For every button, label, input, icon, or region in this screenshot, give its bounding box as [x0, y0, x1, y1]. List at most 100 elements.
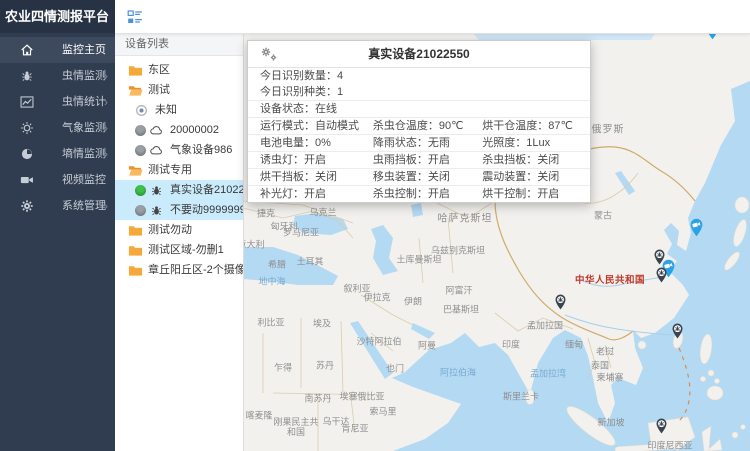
sidebar-menu: 监控主页虫情监测›虫情统计›气象监测›墒情监测›视频监控系统管理› [0, 37, 115, 219]
popup-field: 电池电量：0% [248, 135, 361, 151]
tree-folder[interactable]: 章丘阳丘区-2个摄像头 [115, 260, 243, 280]
tree-folder[interactable]: 东区 [115, 60, 243, 80]
chevron-right-icon: › [104, 89, 108, 115]
tree-folder[interactable]: 测试区域-勿删1 [115, 240, 243, 260]
country-label: 印度 [502, 338, 520, 351]
globe-icon [20, 147, 34, 161]
country-label: 埃及 [313, 317, 331, 330]
chevron-right-icon: › [104, 193, 108, 219]
sidebar-item-label: 墒情监测 [62, 141, 106, 167]
folder-icon [128, 64, 143, 77]
insect-device-marker[interactable] [671, 323, 684, 339]
folder-open-icon [128, 84, 143, 97]
tree-folder[interactable]: 测试勿动 [115, 220, 243, 240]
popup-field: 烘干挡板：关闭 [248, 169, 361, 185]
tree-folder[interactable]: 测试 [115, 80, 243, 100]
sidebar-item-video-monitor[interactable]: 视频监控 [0, 167, 115, 193]
country-label: 柬埔寨 [596, 371, 623, 384]
device-tree: 东区测试未知20000002气象设备986测试专用真实设备21022550不要动… [115, 56, 243, 280]
tree-device[interactable]: 20000002 [115, 120, 243, 140]
sidebar-item-system-manage[interactable]: 系统管理› [0, 193, 115, 219]
popup-field: 杀虫控制：开启 [361, 186, 470, 202]
sea-label: 孟加拉湾 [530, 367, 566, 380]
popup-field: 虫雨挡板：开启 [361, 152, 470, 168]
tree-folder[interactable]: 测试专用 [115, 160, 243, 180]
tree-toggle-icon[interactable] [127, 9, 143, 25]
video-device-marker[interactable] [689, 218, 704, 237]
tree-node-label: 气象设备986 [170, 140, 232, 160]
popup-field: 光照度：1Lux [470, 135, 590, 151]
folder-icon [128, 244, 143, 257]
country-label: 肯尼亚 [341, 422, 368, 435]
status-dot-gray [135, 125, 146, 136]
tree-node-label: 测试专用 [148, 160, 192, 180]
device-list-header: 设备列表 [115, 33, 243, 56]
country-label: 捷克 [257, 207, 275, 220]
top-toolbar [115, 0, 750, 34]
sidebar-item-home[interactable]: 监控主页 [0, 37, 115, 63]
country-label: 南苏丹 [304, 392, 331, 405]
sidebar-item-label: 系统管理 [62, 193, 106, 219]
device-list-panel: 设备列表 东区测试未知20000002气象设备986测试专用真实设备210225… [115, 33, 244, 451]
video-icon [20, 173, 34, 187]
country-label: 乍得 [274, 361, 292, 374]
country-label: 伊拉克 [363, 291, 390, 304]
sidebar: 农业四情测报平台 监控主页虫情监测›虫情统计›气象监测›墒情监测›视频监控系统管… [0, 0, 115, 451]
country-label: 苏丹 [316, 359, 334, 372]
country-label: 巴基斯坦 [443, 303, 479, 316]
tree-device[interactable]: 气象设备986 [115, 140, 243, 160]
country-label: 俄罗斯 [592, 121, 625, 136]
sidebar-item-label: 视频监控 [62, 167, 106, 193]
tree-device[interactable]: 不要动99999999 [115, 200, 243, 220]
target-icon [135, 104, 150, 117]
popup-field: 降雨状态：无雨 [361, 135, 470, 151]
video-device-marker[interactable] [705, 33, 720, 40]
cogs-icon [260, 46, 278, 62]
gear-icon [20, 199, 34, 213]
popup-field: 烘干仓温度：87℃ [470, 118, 590, 134]
popup-field: 杀虫仓温度：90℃ [361, 118, 470, 134]
popup-summary: 今日识别数量：4今日识别种类：1 [248, 68, 590, 100]
tree-node-label: 测试勿动 [148, 220, 192, 240]
home-icon [20, 43, 34, 57]
country-label: 埃塞俄比亚 [339, 390, 384, 403]
popup-field: 烘干控制：开启 [470, 186, 590, 202]
cloud-icon [150, 144, 165, 157]
popup-grid: 运行模式：自动模式杀虫仓温度：90℃烘干仓温度：87℃电池电量：0%降雨状态：无… [248, 117, 590, 202]
country-label: 希腊 [268, 258, 286, 271]
insect-device-marker[interactable] [554, 294, 567, 310]
sidebar-item-weather-monitor[interactable]: 气象监测› [0, 115, 115, 141]
folder-icon [128, 264, 143, 277]
tree-device[interactable]: 真实设备21022550 [115, 180, 243, 200]
status-dot-green [135, 185, 146, 196]
popup-field: 杀虫挡板：关闭 [470, 152, 590, 168]
insect-device-marker[interactable] [655, 418, 668, 434]
popup-grid-row: 烘干挡板：关闭移虫装置：关闭震动装置：关闭 [248, 168, 590, 185]
tree-node-label: 未知 [155, 100, 177, 120]
popup-title: 真实设备21022550 [248, 41, 590, 67]
country-label: 斯里兰卡 [503, 390, 539, 403]
sidebar-item-label: 虫情统计 [62, 89, 106, 115]
country-label: 印度尼西亚 [647, 439, 692, 451]
country-label: 阿曼 [418, 339, 436, 352]
country-label: 蒙古 [594, 209, 612, 222]
sidebar-item-insect-stats[interactable]: 虫情统计› [0, 89, 115, 115]
status-dot-gray [135, 205, 146, 216]
app-title: 农业四情测报平台 [0, 0, 115, 33]
country-label: 孟加拉国 [527, 319, 563, 332]
popup-header: 真实设备21022550 [248, 41, 590, 68]
country-label: 土耳其 [296, 255, 323, 268]
insect-device-marker[interactable] [655, 267, 668, 283]
bug-icon [150, 184, 165, 197]
tree-node-label: 测试区域-勿删1 [148, 240, 224, 260]
tree-device[interactable]: 未知 [115, 100, 243, 120]
popup-field: 诱虫灯：开启 [248, 152, 361, 168]
sidebar-item-insect-monitor[interactable]: 虫情监测› [0, 63, 115, 89]
sidebar-item-soil-monitor[interactable]: 墒情监测› [0, 141, 115, 167]
chevron-right-icon: › [104, 63, 108, 89]
status-dot-gray [135, 145, 146, 156]
device-info-popup: 真实设备21022550 今日识别数量：4今日识别种类：1 设备状态：在线 运行… [247, 40, 591, 203]
country-label: 利比亚 [257, 316, 284, 329]
popup-grid-row: 诱虫灯：开启虫雨挡板：开启杀虫挡板：关闭 [248, 151, 590, 168]
popup-field: 震动装置：关闭 [470, 169, 590, 185]
